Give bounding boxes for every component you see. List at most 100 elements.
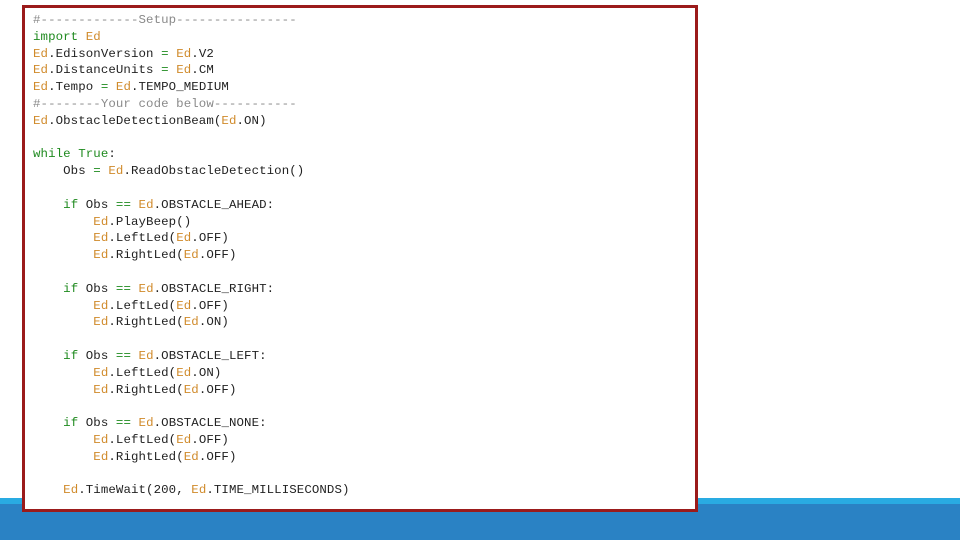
code-keyword: if [63,281,79,296]
code-text: .PlayBeep() [108,214,192,229]
code-module: Ed [115,80,131,95]
code-module: Ed [33,46,49,61]
code-operator: = [161,63,169,78]
code-line: if Obs == Ed.OBSTACLE_LEFT: [33,348,350,365]
code-line: Ed.LeftLed(Ed.ON) [33,365,350,382]
code-module: Ed [191,483,207,498]
code-module: Ed [138,348,154,363]
code-module: Ed [138,281,154,296]
code-text: .CM [191,63,214,78]
code-text: .TEMPO_MEDIUM [131,80,229,95]
code-line: if Obs == Ed.OBSTACLE_RIGHT: [33,281,350,298]
code-line: Ed.RightLed(Ed.OFF) [33,247,350,264]
code-text: Obs [78,416,116,431]
code-text: .ON) [191,365,222,380]
code-text: .RightLed( [108,382,184,397]
code-line: Ed.DistanceUnits = Ed.CM [33,62,350,79]
code-text: .OFF) [191,298,229,313]
code-text: .TimeWait(200, [78,483,192,498]
code-module: Ed [176,365,192,380]
code-operator: = [161,46,169,61]
code-operator: == [115,197,131,212]
code-module: Ed [93,365,109,380]
code-module: Ed [176,231,192,246]
code-text: : [108,147,116,162]
code-text: .LeftLed( [108,432,177,447]
code-line: Obs = Ed.ReadObstacleDetection() [33,163,350,180]
code-text: .OFF) [198,382,237,397]
code-module: Ed [176,63,192,78]
code-module: Ed [93,214,109,229]
code-text: .OBSTACLE_AHEAD: [153,197,275,212]
code-line: Ed.RightLed(Ed.OFF) [33,382,350,399]
code-comment: #-------------Setup---------------- [33,13,297,27]
code-line: Ed.Tempo = Ed.TEMPO_MEDIUM [33,79,350,96]
code-module: Ed [93,298,109,313]
code-module: Ed [108,164,124,179]
code-text: Obs [78,197,116,212]
code-panel: #-------------Setup---------------- impor… [22,5,698,512]
code-text: .OBSTACLE_RIGHT: [153,281,275,296]
code-module: Ed [93,315,109,330]
code-module: Ed [33,113,49,128]
code-text: .ReadObstacleDetection() [123,164,305,179]
code-line: Ed.PlayBeep() [33,214,350,231]
code-text: .ObstacleDetectionBeam( [48,113,222,128]
code-module: Ed [176,432,192,447]
code-text: .OFF) [198,248,237,263]
code-text: .ON) [198,315,229,330]
code-text: Obs [78,281,116,296]
code-text: .RightLed( [108,248,184,263]
code-keyword: if [63,348,79,363]
code-module: Ed [93,432,109,447]
code-line: #--------Your code below----------- [33,96,350,113]
code-line: if Obs == Ed.OBSTACLE_AHEAD: [33,197,350,214]
code-text: .RightLed( [108,449,184,464]
code-line: Ed.RightLed(Ed.OFF) [33,449,350,466]
code-text: .OFF) [198,449,237,464]
code-keyword: while True [33,147,109,162]
code-text: .V2 [191,46,214,61]
code-keyword: if [63,416,79,431]
code-comment: #--------Your code below----------- [33,96,297,111]
code-text: .OBSTACLE_LEFT: [153,348,267,363]
code-module: Ed [176,298,192,313]
code-module: Ed [93,382,109,397]
code-listing: #-------------Setup---------------- impor… [33,12,350,499]
code-module: Ed [183,449,199,464]
code-operator: = [93,164,101,179]
code-module: Ed [183,248,199,263]
code-text: .Tempo [48,80,101,95]
code-operator: == [115,416,131,431]
code-module: Ed [93,231,109,246]
code-text: Obs [33,164,94,179]
code-text: .OFF) [191,432,229,447]
code-text: .OFF) [191,231,229,246]
code-line: import Ed [33,29,350,46]
code-text: .DistanceUnits [48,63,162,78]
code-module: Ed [138,197,154,212]
code-operator: == [115,281,131,296]
code-text: .ON) [236,113,267,128]
